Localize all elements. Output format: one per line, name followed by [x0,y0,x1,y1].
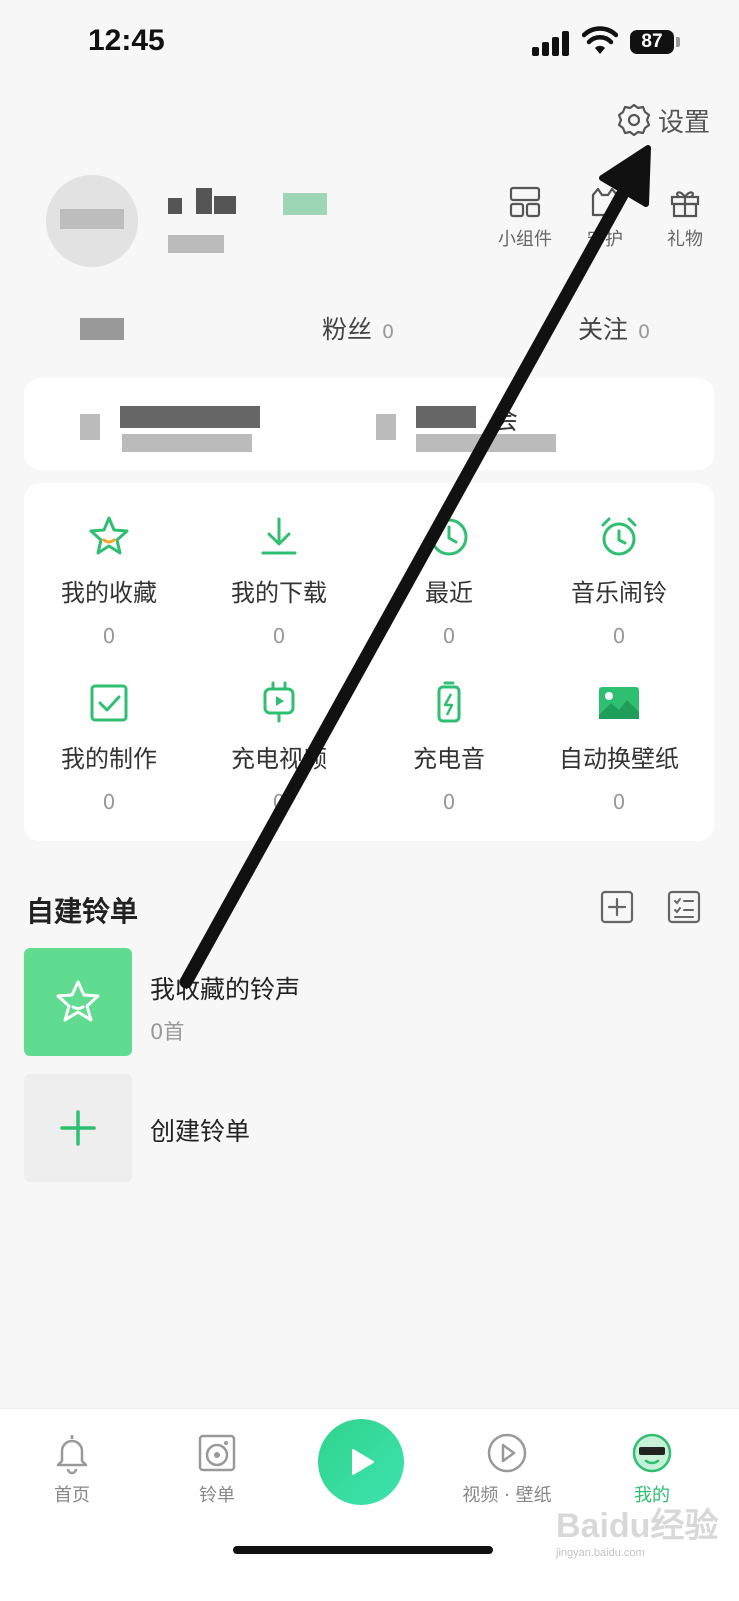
tab-mine[interactable]: 我的 [597,1431,707,1507]
follow-stat[interactable]: 关注 0 [578,310,650,346]
widget-icon [509,186,541,218]
section-title: 自建铃单 [26,895,139,928]
status-bar: 12:45 87 [0,0,739,90]
battery-tip [676,37,680,47]
edit-check-icon [90,684,128,722]
play-button[interactable] [318,1419,404,1505]
status-time: 12:45 [88,24,165,57]
feature-charge-video[interactable]: 充电视频 0 [194,679,364,829]
gift-icon [670,191,700,218]
feature-recent[interactable]: 最近 0 [364,513,534,663]
signal-icon [532,30,572,56]
feature-charge-sound[interactable]: 充电音 0 [364,679,534,829]
stats-row: 粉丝 0 关注 0 [0,310,739,350]
avatar[interactable] [46,175,138,267]
play-icon [352,1449,374,1475]
playlist-title: 我收藏的铃声 [150,975,301,1004]
feature-music-alarm[interactable]: 音乐闹铃 0 [534,513,704,663]
wifi-icon [582,26,618,54]
tab-home[interactable]: 首页 [17,1431,127,1507]
bell-icon [56,1435,88,1475]
playlist-count: 0首 [150,1020,185,1044]
blurred-count [80,318,124,340]
quick-actions: 小组件 守护 礼物 [490,185,730,255]
image-icon [599,687,639,719]
playlist-thumb [24,948,132,1056]
disc-icon [198,1434,236,1472]
guard-button[interactable]: 守护 [570,185,640,251]
cat-guard-icon [591,187,619,217]
settings-button[interactable]: 设置 [616,100,710,140]
watermark-logo: Baidu经验 jingyan.baidu.com [556,1507,719,1559]
feature-my-creations[interactable]: 我的制作 0 [24,679,194,829]
feature-favorites[interactable]: 我的收藏 0 [24,513,194,663]
settings-label: 设置 [658,107,711,138]
home-indicator [233,1546,493,1554]
alarm-icon [601,517,637,556]
manage-list-icon[interactable] [667,890,701,924]
star-icon [56,980,100,1022]
download-icon [261,517,297,555]
star-icon [89,516,129,555]
feature-grid: 我的收藏 0 我的下载 0 最近 0 音乐闹铃 0 我的制作 0 充电视频 0 … [24,483,714,841]
tab-video-wallpaper[interactable]: 视频 · 壁纸 [452,1431,562,1507]
widget-button[interactable]: 小组件 [490,185,560,251]
gear-icon [617,103,651,137]
charge-video-icon [263,681,295,723]
vip-card[interactable]: 会 [24,378,714,470]
feature-auto-wallpaper[interactable]: 自动换壁纸 0 [534,679,704,829]
feature-downloads[interactable]: 我的下载 0 [194,513,364,663]
battery-icon [437,681,461,723]
battery-indicator: 87 [630,30,674,54]
plus-icon [60,1110,96,1146]
clock-icon [430,518,468,556]
create-playlist-label: 创建铃单 [150,1117,251,1146]
gift-button[interactable]: 礼物 [650,185,720,251]
create-thumb [24,1074,132,1182]
vip-right-suffix: 会 [492,406,519,436]
tab-playlist[interactable]: 铃单 [162,1431,272,1507]
add-playlist-icon[interactable] [600,890,634,924]
avatar-icon [632,1433,672,1473]
video-icon [487,1433,527,1473]
fans-stat[interactable]: 粉丝 0 [322,310,394,346]
